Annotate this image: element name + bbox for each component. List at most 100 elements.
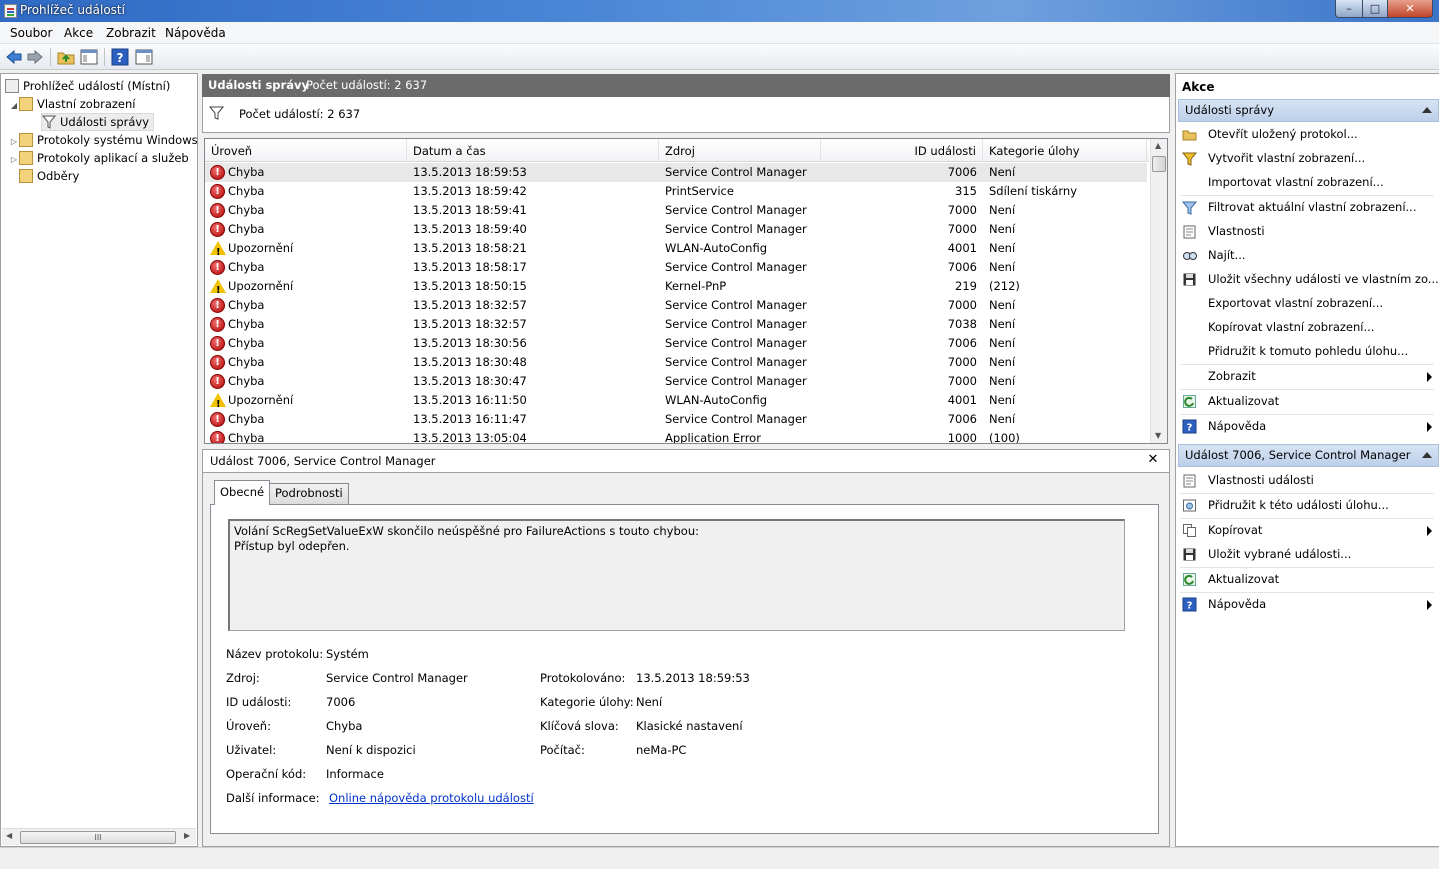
table-row[interactable]: ! Chyba 13.5.2013 13:05:04 Application Erro… [205, 429, 1147, 443]
error-icon: ! [210, 222, 225, 237]
action-item[interactable]: Importovat vlastní zobrazení... [1176, 170, 1438, 194]
scroll-down-icon[interactable]: ▼ [1155, 431, 1161, 440]
table-row[interactable]: ! Chyba 13.5.2013 18:58:17 Service Control … [205, 258, 1147, 277]
tree-node-admin-events[interactable]: Události správy [41, 113, 155, 131]
action-item[interactable]: Přidružit k tomuto pohledu úlohu... [1176, 339, 1438, 363]
action-item[interactable]: Vlastnosti události [1176, 468, 1438, 492]
tree-node-windows-logs[interactable]: ▷ Protokoly systému Windows [9, 131, 198, 149]
table-row[interactable]: ! Chyba 13.5.2013 18:30:56 Service Control … [205, 334, 1147, 353]
show-hide-action-pane-icon[interactable] [135, 48, 153, 66]
opcode-label: Operační kód: [226, 767, 307, 781]
tab-details[interactable]: Podrobnosti [269, 483, 349, 504]
log-folder-icon [19, 133, 33, 147]
menu-napoveda[interactable]: Nápověda [165, 26, 226, 40]
close-window-button[interactable]: ✕ [1387, 0, 1433, 18]
tree-node-custom-views[interactable]: ◢ Vlastní zobrazení [9, 95, 136, 113]
column-header-event-id[interactable]: ID události [821, 139, 983, 162]
action-item[interactable]: Uložit všechny události ve vlastním zo..… [1176, 267, 1439, 291]
tree-node-root[interactable]: Prohlížeč událostí (Místní) [5, 77, 170, 95]
action-item[interactable]: Kopírovat vlastní zobrazení... [1176, 315, 1438, 339]
action-item[interactable]: ? Nápověda [1176, 592, 1438, 616]
tab-general[interactable]: Obecné [214, 480, 271, 505]
table-row[interactable]: ! Chyba 13.5.2013 18:32:57 Service Control … [205, 315, 1147, 334]
maximize-button[interactable]: □ [1362, 0, 1388, 18]
cell-date: 13.5.2013 18:58:21 [413, 241, 527, 255]
table-row[interactable]: ! Chyba 13.5.2013 18:30:47 Service Control … [205, 372, 1147, 391]
collapse-arrow-icon[interactable]: ◢ [9, 97, 19, 115]
cell-task-category: Není [989, 241, 1016, 255]
action-item[interactable]: Exportovat vlastní zobrazení... [1176, 291, 1438, 315]
scroll-thumb[interactable] [1152, 156, 1166, 172]
table-row[interactable]: Upozornění 13.5.2013 16:11:50 WLAN-AutoCon… [205, 391, 1147, 414]
action-label: Aktualizovat [1208, 394, 1280, 408]
table-row[interactable]: ! Chyba 13.5.2013 18:59:42 PrintService 315 S… [205, 182, 1147, 201]
menu-soubor[interactable]: Soubor [10, 26, 52, 40]
tree-horizontal-scrollbar[interactable]: ◀ III ▶ [2, 828, 196, 845]
tree-label-app-logs: Protokoly aplikací a služeb [37, 151, 189, 165]
back-icon[interactable] [5, 48, 23, 66]
scroll-up-icon[interactable]: ▲ [1155, 141, 1161, 150]
tree-node-app-logs[interactable]: ▷ Protokoly aplikací a služeb [9, 149, 189, 167]
scroll-right-icon[interactable]: ▶ [184, 831, 190, 840]
table-row[interactable]: Upozornění 13.5.2013 18:50:15 Kernel-PnP 21… [205, 277, 1147, 300]
expand-arrow-icon[interactable]: ▷ [9, 151, 19, 169]
source-label: Zdroj: [226, 671, 260, 685]
scroll-thumb[interactable]: III [20, 831, 176, 844]
action-item[interactable]: Přidružit k této události úlohu... [1176, 493, 1438, 517]
actions-section-event[interactable]: Událost 7006, Service Control Manager [1178, 444, 1439, 467]
close-detail-icon[interactable]: ✕ [1145, 452, 1161, 468]
toolbar: ? [0, 44, 1439, 70]
description-line-2: Přístup byl odepřen. [234, 539, 350, 553]
table-row[interactable]: ! Chyba 13.5.2013 18:59:40 Service Control … [205, 220, 1147, 239]
filter-bar: Počet událostí: 2 637 [202, 97, 1170, 133]
action-item[interactable]: Najít... [1176, 243, 1438, 267]
action-item[interactable]: Vytvořit vlastní zobrazení... [1176, 146, 1438, 170]
action-item[interactable]: Zobrazit [1176, 364, 1438, 388]
properties-icon [1183, 225, 1196, 239]
action-item[interactable]: Kopírovat [1176, 518, 1438, 542]
svg-text:?: ? [1187, 601, 1193, 612]
collapse-section-icon[interactable] [1422, 452, 1432, 458]
tree-node-subscriptions[interactable]: Odběry [19, 167, 79, 185]
column-header-source[interactable]: Zdroj [659, 139, 821, 162]
table-row[interactable]: Upozornění 13.5.2013 18:58:21 WLAN-AutoCon… [205, 239, 1147, 262]
level-label: Úroveň: [226, 719, 271, 733]
up-folder-icon[interactable] [57, 48, 75, 66]
computer-label: Počítač: [540, 743, 585, 757]
cell-level: Chyba [228, 260, 265, 274]
event-description[interactable]: Volání ScRegSetValueExW skončilo neúspěš… [228, 519, 1125, 631]
show-hide-console-tree-icon[interactable] [80, 48, 98, 66]
menu-zobrazit[interactable]: Zobrazit [106, 26, 156, 40]
scroll-left-icon[interactable]: ◀ [6, 831, 12, 840]
action-item[interactable]: Vlastnosti [1176, 219, 1438, 243]
grid-vertical-scrollbar[interactable]: ▲ ▼ [1150, 139, 1167, 443]
forward-icon[interactable] [26, 48, 44, 66]
help-icon[interactable]: ? [111, 48, 129, 66]
submenu-arrow-icon [1427, 526, 1432, 536]
collapse-section-icon[interactable] [1422, 107, 1432, 113]
table-row[interactable]: ! Chyba 13.5.2013 18:30:48 Service Control … [205, 353, 1147, 372]
action-item[interactable]: Uložit vybrané události... [1176, 542, 1438, 566]
cell-level: Chyba [228, 317, 265, 331]
table-row[interactable]: ! Chyba 13.5.2013 18:59:53 Service Control … [205, 163, 1147, 182]
column-header-level[interactable]: Úroveň [205, 139, 407, 162]
online-help-link[interactable]: Online nápověda protokolu událostí [329, 791, 534, 805]
column-header-task-category[interactable]: Kategorie úlohy [983, 139, 1147, 162]
action-item[interactable]: Aktualizovat [1176, 389, 1438, 413]
table-row[interactable]: ! Chyba 13.5.2013 16:11:47 Service Control … [205, 410, 1147, 429]
action-item[interactable]: Filtrovat aktuální vlastní zobrazení... [1176, 195, 1438, 219]
column-header-date[interactable]: Datum a čas [407, 139, 659, 162]
action-label: Vytvořit vlastní zobrazení... [1208, 151, 1366, 165]
table-row[interactable]: ! Chyba 13.5.2013 18:59:41 Service Control … [205, 201, 1147, 220]
actions-section-admin-events[interactable]: Události správy [1178, 99, 1439, 122]
event-viewer-app-icon [4, 4, 17, 18]
cell-source: Service Control Manager [665, 298, 807, 312]
menu-akce[interactable]: Akce [64, 26, 93, 40]
minimize-button[interactable]: – [1335, 0, 1363, 18]
action-item[interactable]: Aktualizovat [1176, 567, 1438, 591]
action-item[interactable]: ? Nápověda [1176, 414, 1438, 438]
table-row[interactable]: ! Chyba 13.5.2013 18:32:57 Service Control … [205, 296, 1147, 315]
tree-label-root: Prohlížeč událostí (Místní) [23, 79, 171, 93]
error-icon: ! [210, 317, 225, 332]
action-item[interactable]: Otevřít uložený protokol... [1176, 122, 1438, 146]
